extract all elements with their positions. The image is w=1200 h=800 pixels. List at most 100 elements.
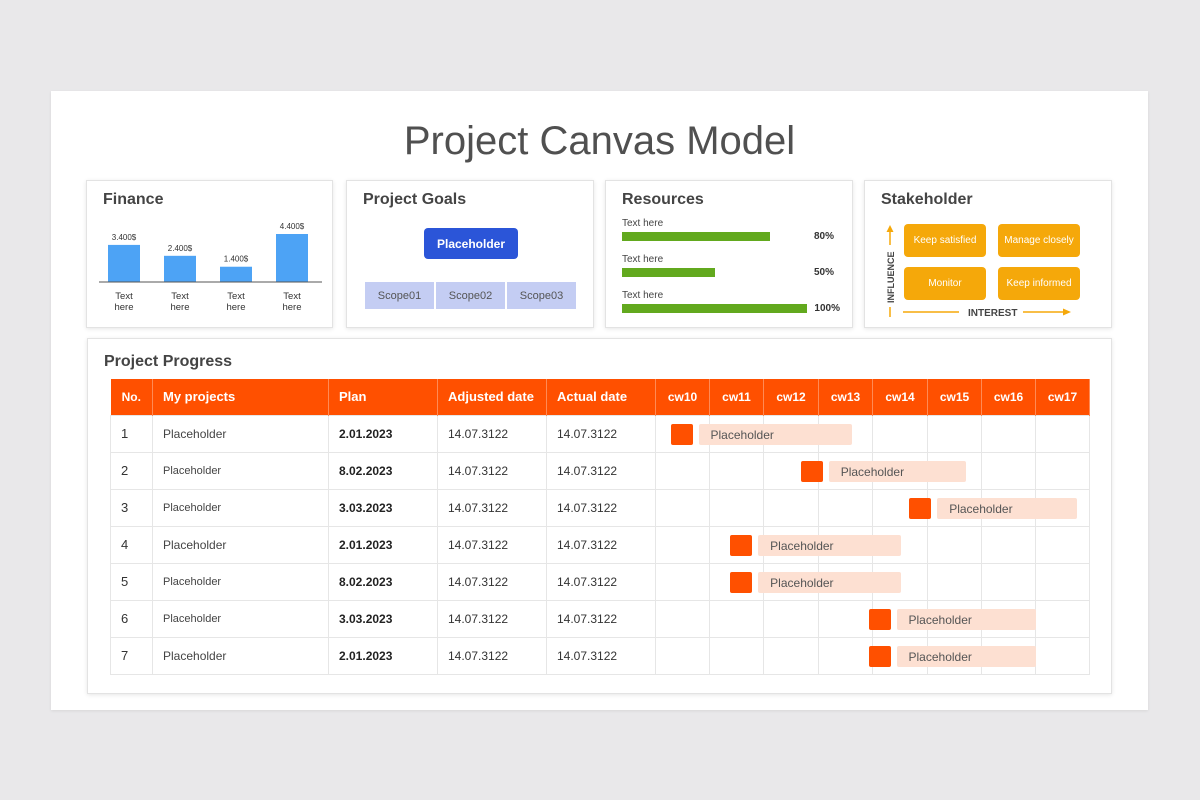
week-cell <box>872 636 928 675</box>
cell-no: 2 <box>110 451 153 490</box>
week-cell <box>655 525 710 564</box>
week-cell <box>709 414 764 453</box>
week-cell <box>1035 488 1090 527</box>
table-row[interactable]: 7 Placeholder 2.01.2023 14.07.3122 14.07.312… <box>110 636 1090 675</box>
table-row[interactable]: 3 Placeholder 3.03.2023 14.07.3122 14.07.312… <box>110 488 1090 527</box>
stakeholder-title: Stakeholder <box>881 191 973 208</box>
week-cell <box>763 562 819 601</box>
week-cell <box>818 525 873 564</box>
cell-plan: 2.01.2023 <box>328 636 438 675</box>
week-cell <box>1035 636 1090 675</box>
cell-project: Placeholder <box>152 599 329 638</box>
page-title: Project Canvas Model <box>403 119 796 163</box>
cell-project: Placeholder <box>152 451 329 490</box>
finance-category-label: Text <box>115 291 133 302</box>
table-header-row: No. My projects Plan Adjusted date Actua… <box>110 379 1090 415</box>
resource-percent: 80% <box>813 231 834 242</box>
week-header-cw17[interactable]: cw17 <box>1035 379 1090 415</box>
cell-plan: 8.02.2023 <box>328 451 438 490</box>
table-row[interactable]: 6 Placeholder 3.03.2023 14.07.3122 14.07.312… <box>110 599 1090 638</box>
resource-bar <box>622 232 770 241</box>
cell-plan: 3.03.2023 <box>328 488 438 527</box>
resource-percent: 50% <box>813 267 834 278</box>
scope-item[interactable]: Scope02 <box>436 282 505 309</box>
week-cell <box>872 451 928 490</box>
resources-title: Resources <box>622 191 704 208</box>
week-cell <box>818 562 873 601</box>
resource-bar <box>622 268 715 277</box>
finance-value-label: 3.400$ <box>112 233 137 242</box>
cell-project: Placeholder <box>152 414 329 453</box>
week-cell <box>709 562 764 601</box>
week-cell <box>981 414 1036 453</box>
cell-actual: 14.07.3122 <box>546 562 656 601</box>
finance-category-label: Text <box>283 291 301 302</box>
week-cell <box>927 414 982 453</box>
week-header-cw16[interactable]: cw16 <box>981 379 1036 415</box>
week-cell <box>1035 451 1090 490</box>
week-cell <box>927 636 982 675</box>
week-header-cw12[interactable]: cw12 <box>763 379 819 415</box>
table-row[interactable]: 1 Placeholder 2.01.2023 14.07.3122 14.07.312… <box>110 414 1090 453</box>
week-header-cw10[interactable]: cw10 <box>655 379 710 415</box>
goal-placeholder-button[interactable]: Placeholder <box>424 228 518 259</box>
week-cell <box>1035 562 1090 601</box>
table-row[interactable]: 4 Placeholder 2.01.2023 14.07.3122 14.07.312… <box>110 525 1090 564</box>
cell-actual: 14.07.3122 <box>546 525 656 564</box>
week-cell <box>872 562 928 601</box>
finance-chart: 3.400$Texthere2.400$Texthere1.400$Texthe… <box>99 222 322 313</box>
column-header-projects[interactable]: My projects <box>152 379 329 415</box>
finance-value-label: 2.400$ <box>168 244 193 253</box>
column-header-no[interactable]: No. <box>110 379 153 415</box>
cell-actual: 14.07.3122 <box>546 599 656 638</box>
goals-card: Project Goals Placeholder Scope01 Scope0… <box>346 180 594 328</box>
stakeholder-card: Stakeholder Keep satisfied Manage closel… <box>864 180 1112 328</box>
cell-no: 4 <box>110 525 153 564</box>
scope-row: Scope01 Scope02 Scope03 <box>365 282 578 309</box>
resources-card: Resources Text here 80% Text here 50% Text h… <box>605 180 853 328</box>
scope-item[interactable]: Scope01 <box>365 282 434 309</box>
week-cell <box>655 414 710 453</box>
week-header-cw14[interactable]: cw14 <box>872 379 928 415</box>
week-cell <box>818 414 873 453</box>
week-cell <box>927 488 982 527</box>
week-cell <box>981 636 1036 675</box>
interest-label: INTEREST <box>968 308 1017 319</box>
scope-item[interactable]: Scope03 <box>507 282 576 309</box>
finance-bar <box>108 244 140 282</box>
table-row[interactable]: 5 Placeholder 8.02.2023 14.07.3122 14.07.312… <box>110 562 1090 601</box>
column-header-plan[interactable]: Plan <box>328 379 438 415</box>
table-row[interactable]: 2 Placeholder 8.02.2023 14.07.3122 14.07.312… <box>110 451 1090 490</box>
column-header-adjusted[interactable]: Adjusted date <box>437 379 547 415</box>
cell-plan: 8.02.2023 <box>328 562 438 601</box>
cell-adjusted: 14.07.3122 <box>437 451 547 490</box>
resource-label: Text here <box>622 218 664 229</box>
cell-no: 6 <box>110 599 153 638</box>
cell-plan: 3.03.2023 <box>328 599 438 638</box>
week-cell <box>927 562 982 601</box>
cell-adjusted: 14.07.3122 <box>437 414 547 453</box>
finance-bar <box>220 266 252 282</box>
column-header-actual[interactable]: Actual date <box>546 379 656 415</box>
cell-adjusted: 14.07.3122 <box>437 488 547 527</box>
week-header-cw11[interactable]: cw11 <box>709 379 764 415</box>
resource-percent: 100% <box>814 303 840 314</box>
progress-card: Project Progress No. My projects Plan Ad… <box>87 338 1112 694</box>
week-cell <box>927 599 982 638</box>
week-cell <box>709 599 764 638</box>
goals-title: Project Goals <box>363 191 467 208</box>
finance-card: Finance 3.400$ Text here 2.400$ Text here 1.40… <box>86 180 333 328</box>
week-cell <box>981 599 1036 638</box>
week-cell <box>981 562 1036 601</box>
week-cell <box>927 451 982 490</box>
cell-project: Placeholder <box>152 562 329 601</box>
week-cell <box>1035 599 1090 638</box>
week-header-cw13[interactable]: cw13 <box>818 379 873 415</box>
week-cell <box>818 636 873 675</box>
finance-category-label: here <box>114 302 133 313</box>
week-header-cw15[interactable]: cw15 <box>927 379 982 415</box>
resource-label: Text here <box>622 254 664 265</box>
cell-adjusted: 14.07.3122 <box>437 599 547 638</box>
finance-category-label: here <box>170 302 189 313</box>
week-cell <box>763 451 819 490</box>
